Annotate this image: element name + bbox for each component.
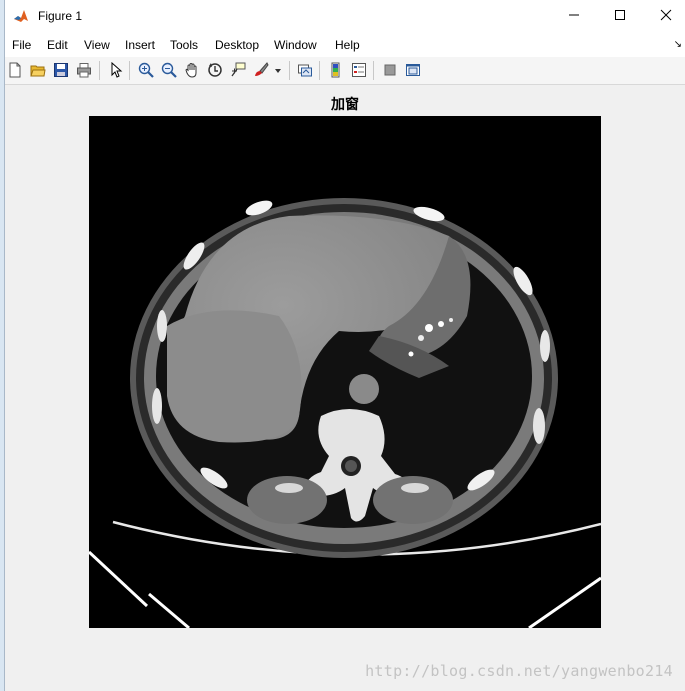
zoom-in-icon[interactable] [137,61,155,79]
brush-dropdown-icon[interactable] [273,61,283,79]
close-button[interactable] [643,0,685,33]
brush-icon[interactable] [252,61,270,79]
rotate-3d-icon[interactable] [206,61,224,79]
toolbar-separator [129,61,130,80]
pan-hand-icon[interactable] [183,61,201,79]
minimize-icon [568,9,580,24]
menu-file[interactable]: File [12,38,31,52]
close-icon [660,9,672,24]
axes-title: 加窗 [331,96,359,112]
toolbar-separator [373,61,374,80]
insert-colorbar-icon[interactable] [327,61,345,79]
menu-tools[interactable]: Tools [170,38,198,52]
toolbar-separator [99,61,100,80]
toolbar-separator [289,61,290,80]
insert-legend-icon[interactable] [350,61,368,79]
hide-plot-tools-icon[interactable] [381,61,399,79]
save-icon[interactable] [52,61,70,79]
menu-insert[interactable]: Insert [125,38,155,52]
watermark-text: http://blog.csdn.net/yangwenbo214 [365,662,673,680]
print-icon[interactable] [75,61,93,79]
menu-view[interactable]: View [84,38,110,52]
menu-help[interactable]: Help [335,38,360,52]
desktop-edge-strip [0,0,5,691]
new-figure-icon[interactable] [6,61,24,79]
menu-bar: File Edit View Insert Tools Desktop Wind… [5,33,685,57]
minimize-button[interactable] [551,0,597,33]
figure-toolbar [5,57,685,85]
menu-desktop[interactable]: Desktop [215,38,259,52]
open-file-icon[interactable] [29,61,47,79]
ct-image-axes[interactable] [89,116,601,628]
edit-plot-arrow-icon[interactable] [107,61,125,79]
toolbar-separator [319,61,320,80]
show-plot-tools-icon[interactable] [404,61,422,79]
window-title: Figure 1 [38,9,83,23]
link-plot-icon[interactable] [296,61,314,79]
menu-window[interactable]: Window [274,38,317,52]
window-titlebar[interactable]: Figure 1 [5,0,685,33]
zoom-out-icon[interactable] [160,61,178,79]
menu-edit[interactable]: Edit [47,38,68,52]
dock-figure-icon[interactable]: ↘ [674,39,682,50]
maximize-icon [614,9,626,24]
matlab-logo-icon [13,8,29,24]
maximize-button[interactable] [597,0,643,33]
data-cursor-icon[interactable] [229,61,247,79]
ct-abdomen-scan [89,116,601,628]
